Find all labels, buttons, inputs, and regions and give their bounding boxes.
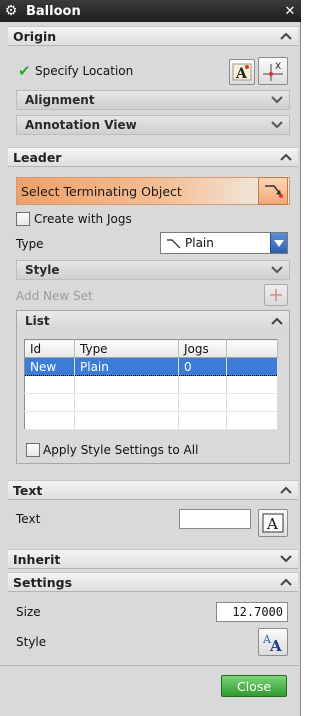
table-row-empty	[24, 375, 278, 394]
column-header-id[interactable]: Id	[24, 339, 75, 358]
table-row-empty	[24, 411, 278, 430]
style-label: Style	[25, 263, 60, 277]
subsection-alignment[interactable]: Alignment	[16, 90, 290, 110]
chevron-down-icon[interactable]	[269, 117, 285, 133]
title-bar: ⚙ Balloon ✕	[0, 0, 301, 22]
text-editor-icon[interactable]: A	[258, 509, 288, 537]
balloon-dialog: ⚙ Balloon ✕ Origin ✔ Specify Location A …	[0, 0, 301, 716]
subsection-annotation-view[interactable]: Annotation View	[16, 115, 290, 135]
chevron-up-icon[interactable]	[278, 574, 294, 590]
size-input[interactable]: 12.7000	[216, 602, 288, 622]
text-label: Text	[16, 512, 41, 526]
type-label: Type	[16, 237, 44, 251]
footer-divider	[0, 665, 301, 666]
cell-type: Plain	[74, 357, 179, 376]
chevron-up-icon[interactable]	[269, 313, 285, 329]
text-input[interactable]	[179, 509, 251, 529]
section-inherit[interactable]: Inherit	[8, 549, 298, 569]
type-select-value: Plain	[161, 236, 270, 250]
select-terminating-object[interactable]: Select Terminating Object	[16, 177, 290, 205]
alignment-label: Alignment	[25, 93, 95, 107]
chevron-down-icon[interactable]	[269, 262, 285, 278]
specify-location-label: Specify Location	[35, 64, 134, 78]
list-label: List	[25, 314, 50, 328]
table-header-row: Id Type Jogs	[24, 339, 278, 358]
cell-id: New	[24, 357, 75, 376]
style-settings-icon[interactable]: AA	[258, 628, 288, 656]
window-title: Balloon	[26, 3, 81, 19]
type-select[interactable]: Plain	[160, 232, 288, 254]
svg-text:X: X	[275, 62, 281, 72]
cell-empty	[226, 357, 278, 376]
section-inherit-label: Inherit	[13, 551, 61, 567]
select-terminating-label: Select Terminating Object	[21, 183, 182, 199]
gear-icon[interactable]: ⚙	[0, 0, 22, 22]
section-origin[interactable]: Origin	[8, 26, 298, 46]
add-new-set-label: Add New Set	[16, 289, 93, 303]
cell-jogs: 0	[178, 357, 227, 376]
leader-set-table[interactable]: Id Type Jogs New Plain 0	[24, 339, 278, 430]
add-set-icon[interactable]	[264, 284, 288, 306]
leader-plain-icon	[167, 239, 181, 249]
apply-style-label: Apply Style Settings to All	[43, 443, 199, 457]
section-settings[interactable]: Settings	[8, 572, 298, 592]
check-icon: ✔	[18, 62, 31, 80]
apply-style-checkbox[interactable]	[26, 443, 40, 457]
subsection-style[interactable]: Style	[16, 260, 290, 280]
table-row-empty	[24, 393, 278, 412]
size-label: Size	[16, 605, 41, 619]
dropdown-arrow-icon[interactable]	[270, 233, 287, 253]
svg-text:A: A	[266, 515, 278, 533]
section-text-label: Text	[13, 482, 43, 498]
create-with-jogs-label: Create with Jogs	[34, 212, 132, 226]
section-origin-label: Origin	[13, 28, 57, 44]
section-leader[interactable]: Leader	[8, 147, 298, 167]
point-dialog-icon[interactable]: X	[258, 57, 288, 85]
svg-text:A: A	[269, 637, 282, 653]
chevron-up-icon[interactable]	[278, 28, 294, 44]
close-button-label: Close	[236, 678, 272, 694]
chevron-down-icon[interactable]	[269, 92, 285, 108]
column-header-type[interactable]: Type	[74, 339, 179, 358]
section-settings-label: Settings	[13, 574, 73, 590]
terminating-object-icon[interactable]	[258, 177, 288, 205]
chevron-up-icon[interactable]	[278, 482, 294, 498]
style-settings-label: Style	[16, 635, 47, 649]
section-text[interactable]: Text	[8, 480, 298, 500]
close-icon[interactable]: ✕	[281, 2, 299, 20]
text-style-icon[interactable]: A	[229, 59, 255, 85]
close-button[interactable]: Close	[221, 675, 287, 697]
chevron-up-icon[interactable]	[278, 149, 294, 165]
subsection-list[interactable]: List	[17, 311, 289, 331]
annotation-view-label: Annotation View	[25, 118, 137, 132]
chevron-down-icon[interactable]	[278, 551, 294, 567]
window-edge	[301, 0, 305, 716]
section-leader-label: Leader	[13, 149, 62, 165]
column-header-jogs[interactable]: Jogs	[178, 339, 227, 358]
create-with-jogs-checkbox[interactable]	[16, 212, 30, 226]
column-header-empty	[226, 339, 278, 358]
table-row[interactable]: New Plain 0	[24, 357, 278, 376]
type-select-text: Plain	[185, 236, 214, 250]
